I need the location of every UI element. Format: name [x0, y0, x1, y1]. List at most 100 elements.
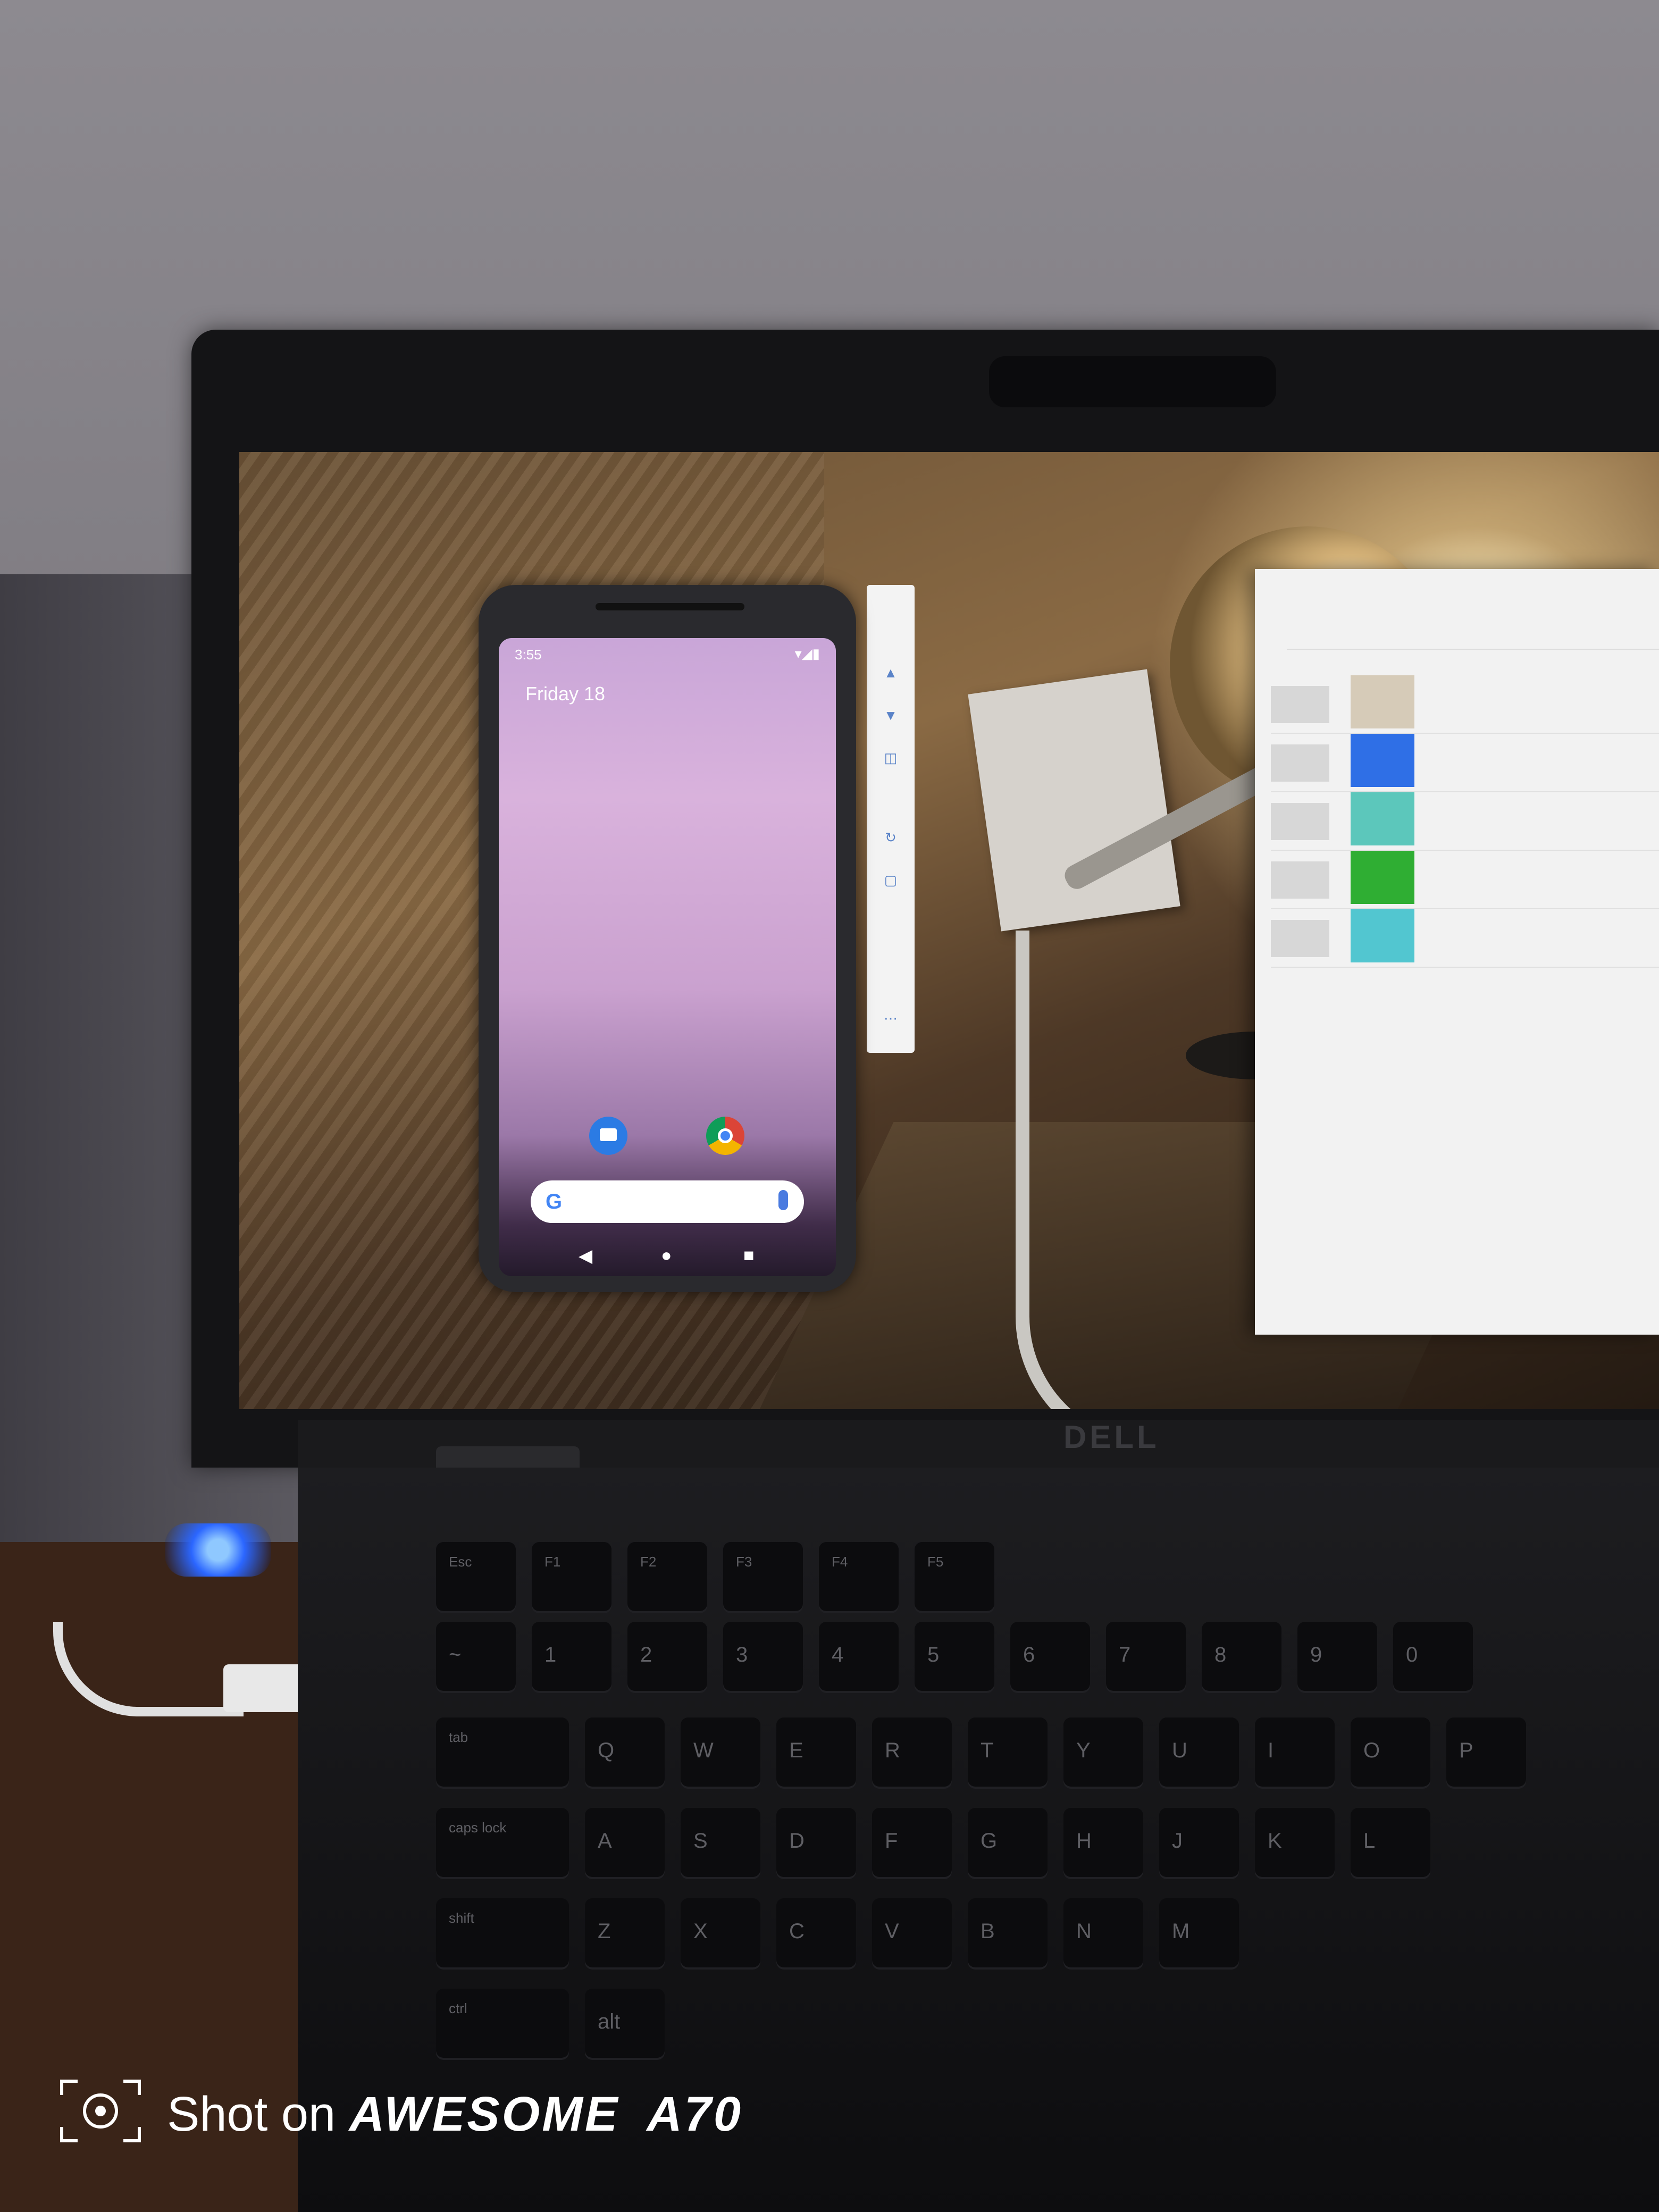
key[interactable]: M — [1159, 1898, 1239, 1967]
key-label: O — [1363, 1739, 1380, 1762]
key-label: F4 — [832, 1554, 848, 1570]
watermark-brand: AWESOME — [349, 2087, 620, 2141]
key[interactable]: 4 — [819, 1622, 899, 1691]
key[interactable]: 2 — [627, 1622, 707, 1691]
camera-icon — [60, 2080, 141, 2142]
key[interactable]: B — [968, 1898, 1048, 1967]
panel-row[interactable] — [1271, 675, 1659, 734]
key-label: alt — [598, 2010, 621, 2033]
key[interactable]: X — [681, 1898, 760, 1967]
key[interactable]: H — [1063, 1808, 1143, 1877]
key-label: shift — [449, 1910, 474, 1926]
key[interactable]: 1 — [532, 1622, 611, 1691]
row-thumbnail — [1271, 803, 1329, 840]
key[interactable]: 9 — [1297, 1622, 1377, 1691]
key[interactable]: 8 — [1202, 1622, 1281, 1691]
panel-row[interactable] — [1271, 851, 1659, 909]
key-label: F5 — [927, 1554, 944, 1570]
key-label: B — [981, 1920, 995, 1943]
key[interactable]: F — [872, 1808, 952, 1877]
key[interactable]: C — [776, 1898, 856, 1967]
screenshot-icon[interactable]: ◫ — [883, 750, 899, 766]
key[interactable]: Q — [585, 1717, 665, 1787]
key-label: ~ — [449, 1643, 462, 1666]
panel-row[interactable] — [1271, 909, 1659, 968]
key[interactable]: 3 — [723, 1622, 803, 1691]
key[interactable]: F5 — [915, 1542, 994, 1611]
key[interactable]: F2 — [627, 1542, 707, 1611]
key[interactable]: L — [1351, 1808, 1430, 1877]
panel-row[interactable] — [1271, 734, 1659, 792]
key-label: 2 — [640, 1643, 652, 1666]
rotate-icon[interactable]: ↻ — [883, 830, 899, 845]
key[interactable]: 5 — [915, 1622, 994, 1691]
key[interactable]: E — [776, 1717, 856, 1787]
key[interactable]: O — [1351, 1717, 1430, 1787]
key[interactable]: J — [1159, 1808, 1239, 1877]
chrome-icon[interactable] — [706, 1117, 744, 1155]
overview-icon[interactable]: ▢ — [883, 872, 899, 888]
key[interactable]: shift — [436, 1898, 569, 1967]
key[interactable]: D — [776, 1808, 856, 1877]
key[interactable]: caps lock — [436, 1808, 569, 1877]
recents-icon[interactable]: ■ — [743, 1245, 755, 1266]
key[interactable]: G — [968, 1808, 1048, 1877]
key[interactable]: tab — [436, 1717, 569, 1787]
key[interactable]: W — [681, 1717, 760, 1787]
key-label: N — [1076, 1920, 1092, 1943]
key[interactable]: A — [585, 1808, 665, 1877]
back-icon[interactable]: ◀ — [579, 1245, 592, 1267]
mic-icon[interactable] — [778, 1190, 788, 1210]
key[interactable]: alt — [585, 1989, 665, 2058]
key[interactable]: U — [1159, 1717, 1239, 1787]
key[interactable]: ctrl — [436, 1989, 569, 2058]
key[interactable]: V — [872, 1898, 952, 1967]
key-label: U — [1172, 1739, 1187, 1762]
key-label: Y — [1076, 1739, 1091, 1762]
key-label: L — [1363, 1829, 1376, 1853]
side-panel — [1255, 569, 1659, 1335]
volume-up-icon[interactable]: ▲ — [883, 665, 899, 681]
key[interactable]: 7 — [1106, 1622, 1186, 1691]
more-icon[interactable]: ⋯ — [883, 1010, 899, 1026]
key[interactable]: R — [872, 1717, 952, 1787]
messages-icon[interactable] — [589, 1117, 627, 1155]
key-label: I — [1268, 1739, 1274, 1762]
phone-screen[interactable]: 3:55 ▾◢▮ Friday 18 G ◀ ● ■ — [499, 638, 836, 1276]
key-label: 4 — [832, 1643, 844, 1666]
row-thumbnail — [1271, 744, 1329, 782]
usb-light — [165, 1523, 271, 1577]
key-label: X — [693, 1920, 708, 1943]
emulator-toolbar: ▲ ▼ ◫ ↻ ▢ ⋯ — [867, 585, 915, 1053]
key-label: J — [1172, 1829, 1183, 1853]
key[interactable]: Z — [585, 1898, 665, 1967]
key[interactable]: N — [1063, 1898, 1143, 1967]
home-icon[interactable]: ● — [661, 1245, 672, 1266]
key[interactable]: I — [1255, 1717, 1335, 1787]
key[interactable]: P — [1446, 1717, 1526, 1787]
panel-row[interactable] — [1271, 792, 1659, 851]
webcam — [989, 356, 1276, 407]
key-label: M — [1172, 1920, 1190, 1943]
status-time: 3:55 — [515, 647, 542, 663]
volume-down-icon[interactable]: ▼ — [883, 707, 899, 723]
key-label: A — [598, 1829, 612, 1853]
key[interactable]: Esc — [436, 1542, 516, 1611]
key[interactable]: F3 — [723, 1542, 803, 1611]
wallpaper-wall-plate — [968, 669, 1180, 932]
key[interactable]: F1 — [532, 1542, 611, 1611]
key[interactable]: S — [681, 1808, 760, 1877]
key[interactable]: F4 — [819, 1542, 899, 1611]
search-bar[interactable]: G — [531, 1180, 804, 1223]
key[interactable]: K — [1255, 1808, 1335, 1877]
key-label: R — [885, 1739, 900, 1762]
key[interactable]: Y — [1063, 1717, 1143, 1787]
key-label: F1 — [544, 1554, 561, 1570]
key[interactable]: ~ — [436, 1622, 516, 1691]
key[interactable]: 0 — [1393, 1622, 1473, 1691]
phone-speaker — [596, 603, 744, 610]
key-label: F3 — [736, 1554, 752, 1570]
home-date[interactable]: Friday 18 — [525, 683, 605, 705]
key[interactable]: T — [968, 1717, 1048, 1787]
key[interactable]: 6 — [1010, 1622, 1090, 1691]
